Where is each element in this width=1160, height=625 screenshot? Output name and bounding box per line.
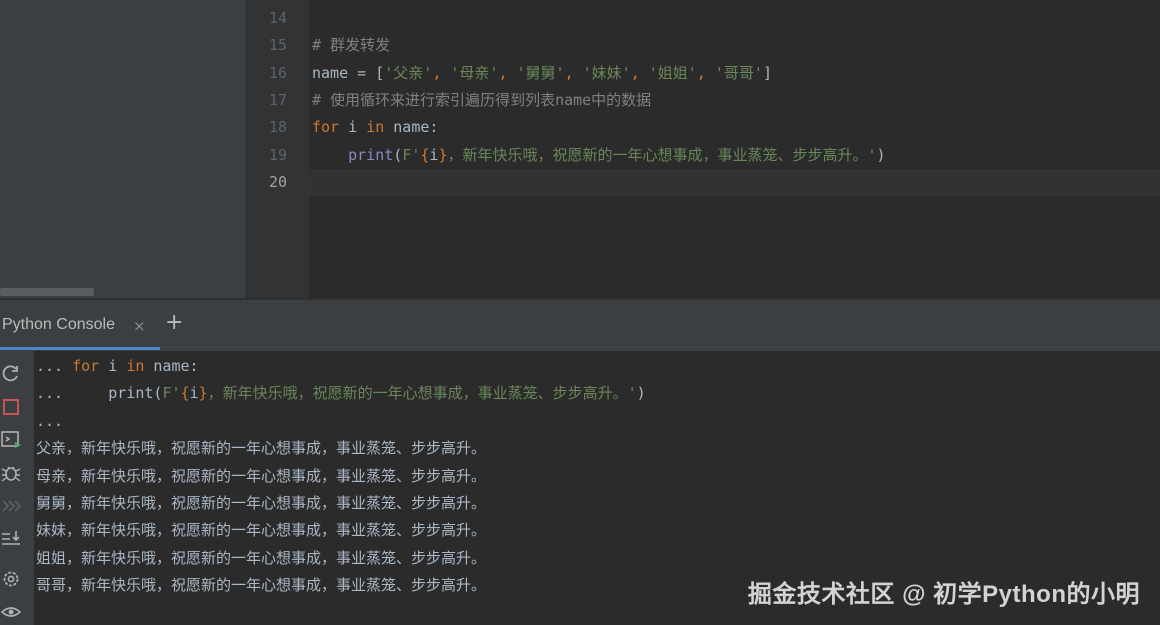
- console-token: ...: [36, 411, 64, 430]
- show-variables-icon[interactable]: [0, 601, 22, 623]
- code-line[interactable]: for i in name:: [312, 114, 438, 141]
- line-number: 20: [268, 172, 287, 191]
- active-tab-indicator: [0, 347, 160, 350]
- console-token: ，新年快乐哦，祝愿新的一年心想事成，事业蒸笼、步步高升。': [207, 384, 637, 403]
- console-token: 母亲，新年快乐哦，祝愿新的一年心想事成，事业蒸笼、步步高升。: [36, 466, 487, 485]
- code-token: '妹妹': [582, 63, 631, 82]
- code-token: name = [: [312, 63, 385, 82]
- code-token: '父亲': [384, 63, 433, 82]
- close-icon[interactable]: ×: [133, 317, 146, 335]
- code-token: ): [876, 145, 886, 164]
- console-line: 母亲，新年快乐哦，祝愿新的一年心想事成，事业蒸笼、步步高升。: [36, 463, 486, 490]
- settings-icon[interactable]: [0, 568, 22, 590]
- console-token: name:: [144, 357, 199, 375]
- line-number: 14: [268, 9, 287, 27]
- console-token: F': [162, 384, 181, 403]
- code-token: (: [393, 145, 403, 164]
- code-token: print: [348, 145, 394, 164]
- code-token: # 使用循环来进行索引遍历得到列表name中的数据: [312, 90, 652, 109]
- code-token: '哥哥': [714, 63, 763, 82]
- code-token: '舅舅': [516, 63, 565, 82]
- console-token: in: [126, 357, 145, 375]
- console-token: i: [99, 357, 127, 375]
- console-token: 舅舅，新年快乐哦，祝愿新的一年心想事成，事业蒸笼、步步高升。: [36, 494, 487, 512]
- project-panel[interactable]: [0, 0, 246, 298]
- console-toolbar: [0, 351, 35, 625]
- console-line: 姐姐，新年快乐哦，祝愿新的一年心想事成，事业蒸笼、步步高升。: [36, 545, 486, 572]
- code-token: ,: [696, 63, 715, 82]
- console-token: 父亲，新年快乐哦，祝愿新的一年心想事成，事业蒸笼、步步高升。: [36, 439, 487, 458]
- code-token: ]: [762, 63, 772, 82]
- console-line: ...: [36, 408, 63, 435]
- tab-label: Python Console: [2, 316, 115, 333]
- code-token: ,: [498, 63, 517, 82]
- code-token: # 群发转发: [312, 36, 391, 55]
- code-token: name:: [384, 118, 439, 137]
- code-token: in: [366, 118, 385, 137]
- console-token: 哥哥，新年快乐哦，祝愿新的一年心想事成，事业蒸笼、步步高升。: [36, 576, 487, 595]
- code-token: for: [312, 118, 340, 137]
- rerun-icon[interactable]: [0, 363, 22, 385]
- command-history-icon[interactable]: [0, 495, 22, 517]
- console-token: ...: [36, 357, 73, 375]
- new-console-icon[interactable]: [0, 429, 22, 451]
- watermark: 掘金技术社区 @ 初学Python的小明: [747, 581, 1140, 608]
- code-token: ,: [432, 63, 451, 82]
- current-line-highlight: [309, 169, 1160, 196]
- console-line: 哥哥，新年快乐哦，祝愿新的一年心想事成，事业蒸笼、步步高升。: [36, 572, 486, 599]
- code-token: F': [402, 145, 421, 164]
- code-token: i: [339, 118, 367, 137]
- code-token: ，新年快乐哦，祝愿新的一年心想事成，事业蒸笼、步步高升。': [447, 145, 877, 164]
- code-line[interactable]: name = ['父亲', '母亲', '舅舅', '妹妹', '姐姐', '哥…: [312, 60, 772, 87]
- code-line[interactable]: # 使用循环来进行索引遍历得到列表name中的数据: [312, 87, 651, 114]
- line-number: 16: [268, 63, 287, 82]
- debug-icon[interactable]: [0, 462, 22, 484]
- console-token: 妹妹，新年快乐哦，祝愿新的一年心想事成，事业蒸笼、步步高升。: [36, 521, 487, 540]
- horizontal-scrollbar[interactable]: [0, 288, 94, 296]
- console-token: ...: [36, 384, 109, 403]
- stop-icon[interactable]: [0, 396, 22, 418]
- console-token: }: [198, 384, 208, 403]
- console-line: ... for i in name:: [36, 353, 199, 380]
- console-line: 舅舅，新年快乐哦，祝愿新的一年心想事成，事业蒸笼、步步高升。: [36, 490, 486, 517]
- tab-python-console[interactable]: Python Console ×: [0, 300, 160, 350]
- console-token: i: [189, 384, 199, 403]
- code-token: ,: [564, 63, 583, 82]
- console-token: {: [180, 384, 190, 403]
- line-number: 19: [268, 145, 287, 164]
- soft-wrap-icon[interactable]: [0, 528, 22, 550]
- console-line: 父亲，新年快乐哦，祝愿新的一年心想事成，事业蒸笼、步步高升。: [36, 435, 486, 462]
- tool-window-header: Python Console × +: [0, 299, 1160, 351]
- console-token: for: [72, 357, 100, 375]
- console-line: ... print(F'{i}，新年快乐哦，祝愿新的一年心想事成，事业蒸笼、步步…: [36, 380, 646, 407]
- code-token: '母亲': [450, 63, 499, 82]
- code-token: ,: [630, 63, 649, 82]
- console-token: ): [636, 384, 646, 403]
- console-line: 妹妹，新年快乐哦，祝愿新的一年心想事成，事业蒸笼、步步高升。: [36, 517, 486, 544]
- code-token: '姐姐': [648, 63, 697, 82]
- add-tab-icon[interactable]: +: [165, 310, 183, 335]
- console-token: 姐姐，新年快乐哦，祝愿新的一年心想事成，事业蒸笼、步步高升。: [36, 548, 487, 567]
- line-number: 17: [268, 90, 287, 109]
- line-number: 15: [268, 36, 287, 55]
- line-number: 18: [268, 118, 287, 137]
- code-line[interactable]: # 群发转发: [312, 32, 390, 59]
- console-token: print(: [108, 384, 163, 403]
- code-line[interactable]: print(F'{i}，新年快乐哦，祝愿新的一年心想事成，事业蒸笼、步步高升。'…: [312, 142, 886, 169]
